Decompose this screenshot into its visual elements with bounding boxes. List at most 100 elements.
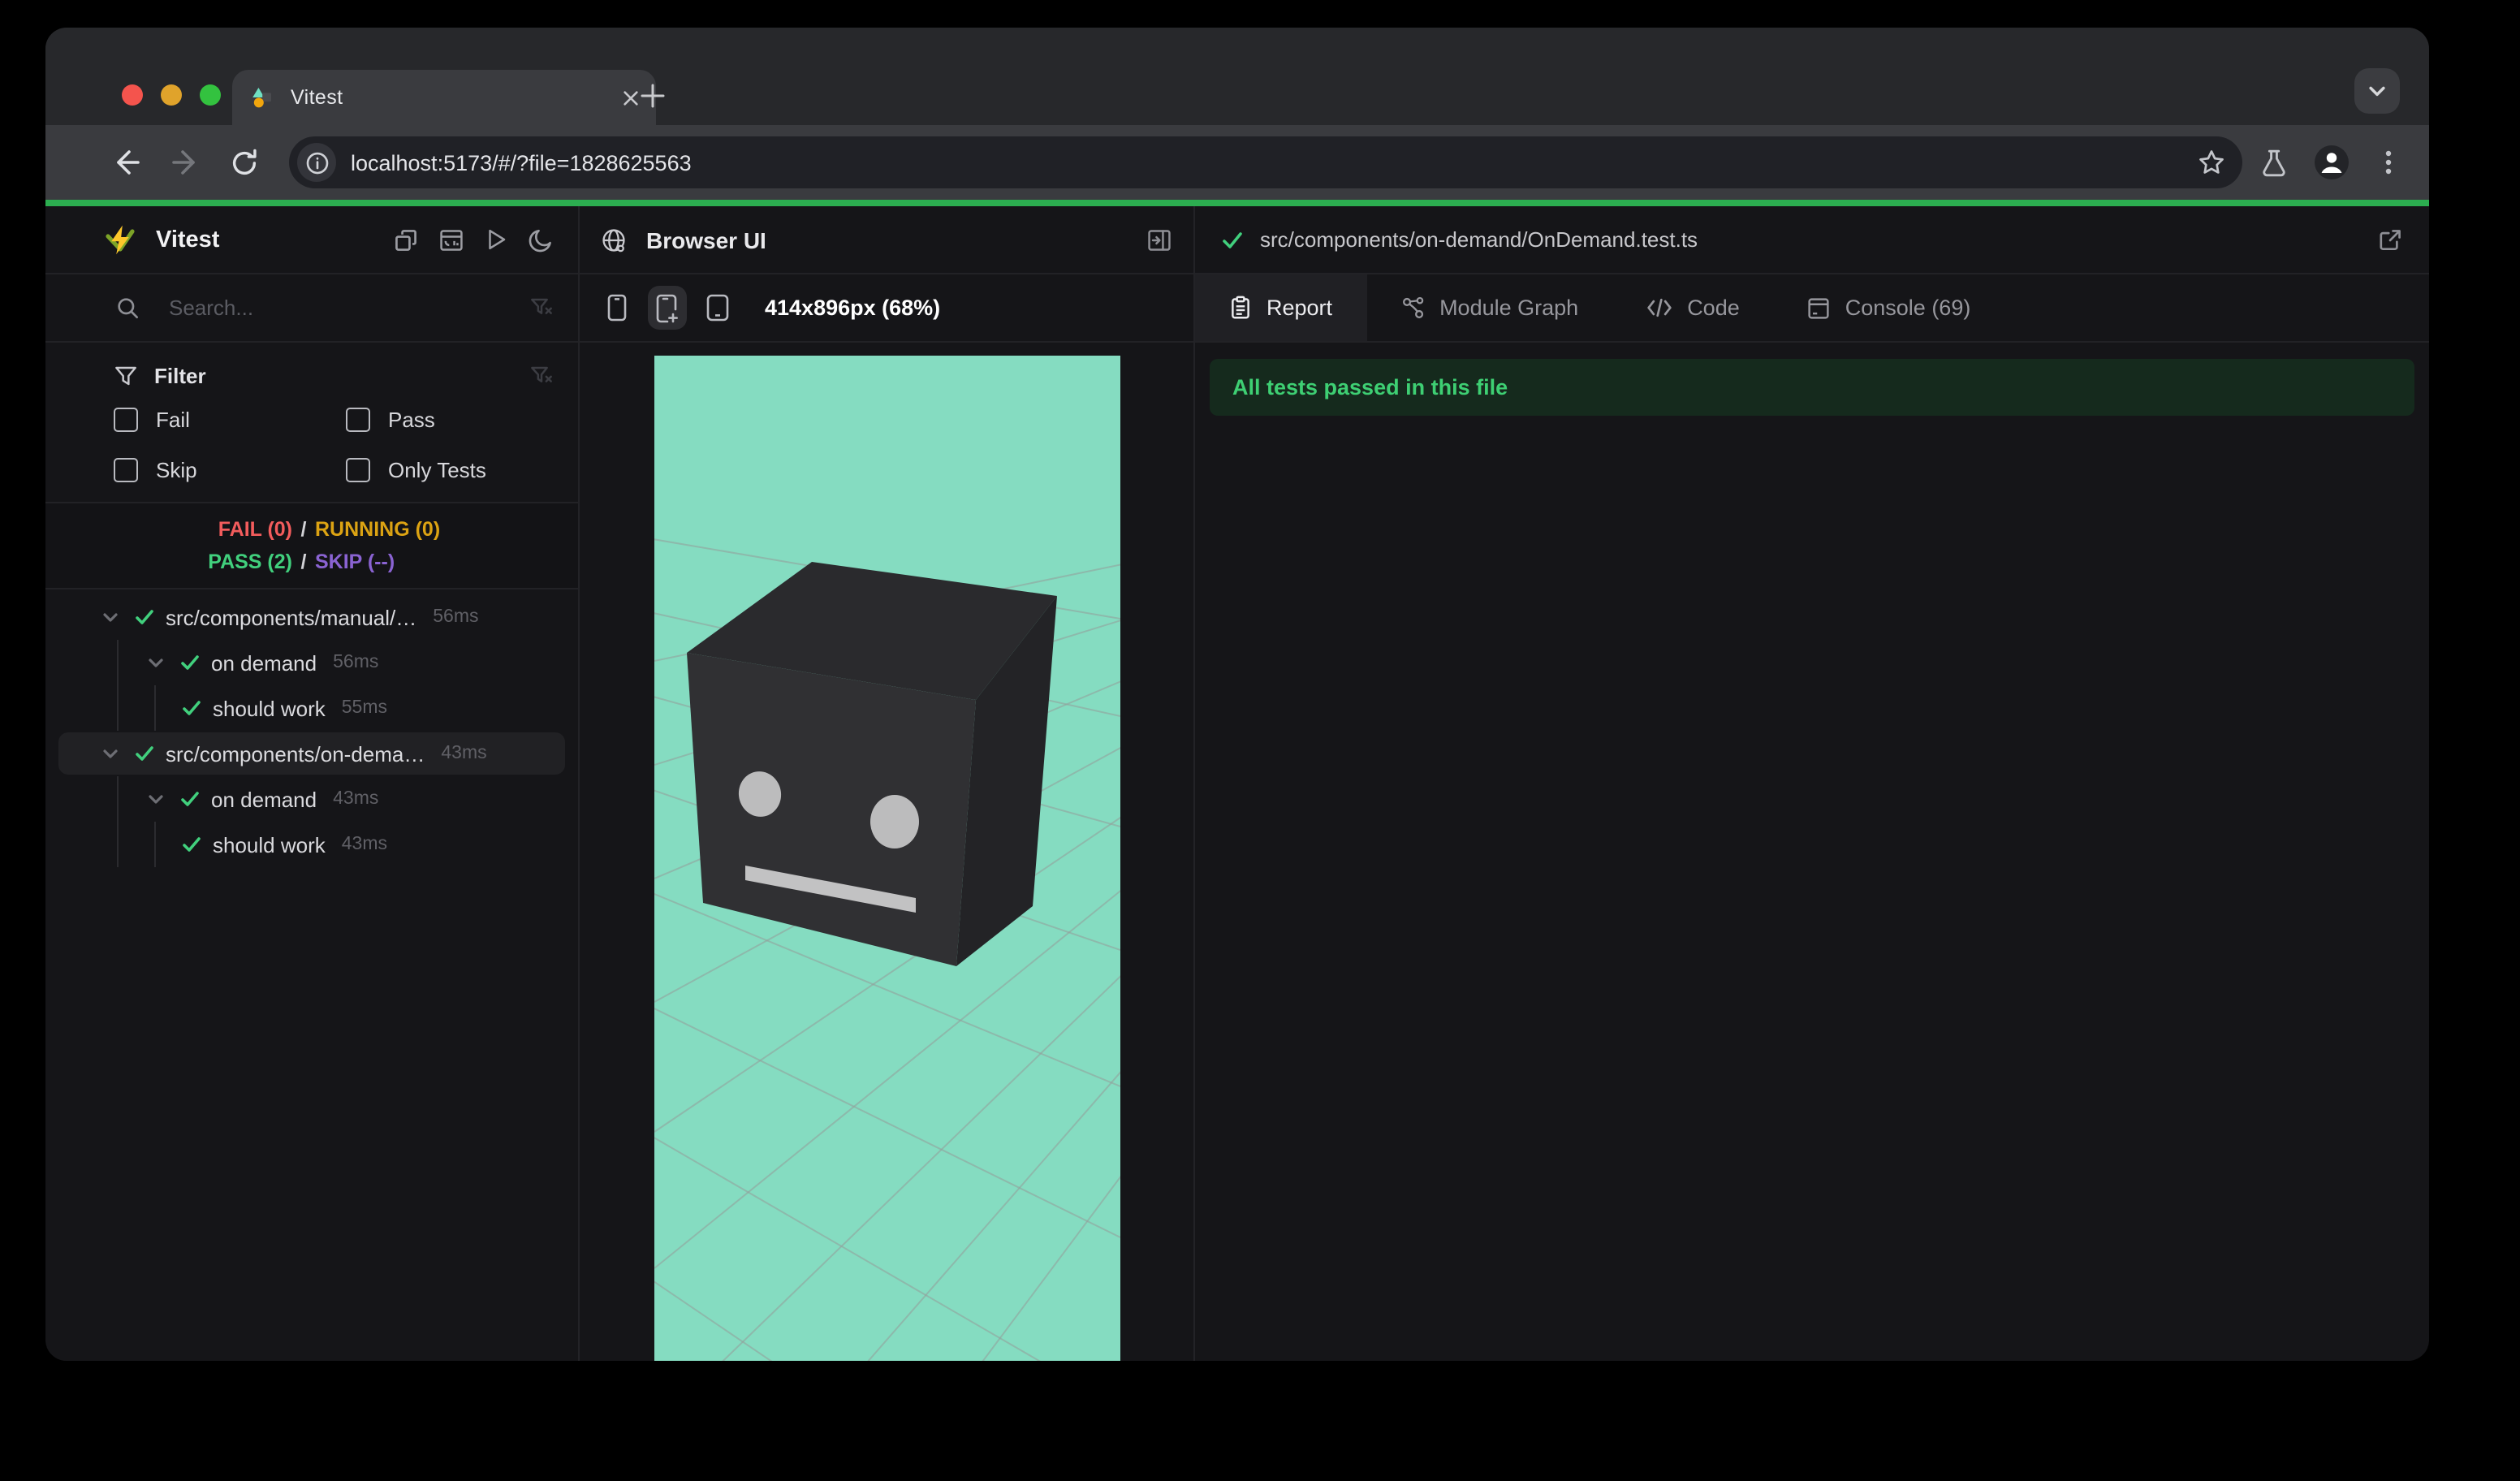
browser-tab-vitest[interactable]: Vitest <box>232 70 656 125</box>
test-tree: src/components/manual/… 56ms on demand 5… <box>45 589 578 1361</box>
tree-file-row-selected[interactable]: src/components/on-dema… 43ms <box>45 731 578 776</box>
forward-icon[interactable] <box>169 146 201 179</box>
browser-window: Vitest localhost:5173/#/?file=1828625563… <box>45 28 2429 1361</box>
filter-panel: Filter Fail Pass Skip Only Tests <box>45 343 578 503</box>
tree-test-row[interactable]: should work 43ms <box>45 822 578 867</box>
filter-title: Filter <box>154 363 206 387</box>
tab-code-label: Code <box>1687 296 1740 320</box>
checkbox-fail[interactable] <box>114 408 138 432</box>
tab-console[interactable]: Console (69) <box>1774 274 2005 341</box>
tree-suite-row[interactable]: on demand 43ms <box>45 776 578 822</box>
device-phone-small-button[interactable] <box>598 286 636 330</box>
run-all-play-icon[interactable] <box>484 227 508 253</box>
viewport-canvas[interactable] <box>654 356 1120 1361</box>
url-text[interactable]: localhost:5173/#/?file=1828625563 <box>351 150 2182 175</box>
tab-strip: Vitest <box>45 28 2429 125</box>
test-progress-bar <box>45 200 2429 206</box>
test-duration: 43ms <box>441 744 487 763</box>
back-icon[interactable] <box>110 146 143 179</box>
device-phone-plus-button[interactable] <box>648 286 687 330</box>
chevron-down-icon[interactable] <box>146 653 166 672</box>
dashboard-icon[interactable] <box>438 227 464 253</box>
test-duration: 43ms <box>341 835 387 854</box>
test-duration: 56ms <box>333 653 379 672</box>
tree-suite-row[interactable]: on demand 56ms <box>45 640 578 685</box>
tab-report[interactable]: Report <box>1195 274 1367 341</box>
zoom-window-button[interactable] <box>200 84 221 106</box>
new-tab-button[interactable] <box>633 76 672 115</box>
open-external-icon[interactable] <box>2377 227 2403 253</box>
address-bar[interactable]: localhost:5173/#/?file=1828625563 <box>289 136 2242 188</box>
filter-option-pass[interactable]: Pass <box>346 408 554 432</box>
site-info-icon[interactable] <box>297 143 336 182</box>
code-icon <box>1646 297 1672 318</box>
browser-ui-panel: Browser UI 414x896px (68%) <box>580 206 1195 1361</box>
clipboard-icon <box>1229 296 1252 320</box>
test-summary: FAIL (0) / RUNNING (0) PASS (2) / SKIP (… <box>45 503 578 589</box>
all-tests-passed-banner: All tests passed in this file <box>1210 359 2414 416</box>
checkbox-skip[interactable] <box>114 458 138 482</box>
console-icon <box>1808 296 1831 319</box>
module-graph-icon <box>1400 296 1425 320</box>
report-tabs: Report Module Graph Code Console (69) <box>1195 274 2429 343</box>
tree-test-row[interactable]: should work 55ms <box>45 685 578 731</box>
browser-ui-title: Browser UI <box>646 227 766 253</box>
experiments-flask-icon[interactable] <box>2259 147 2289 178</box>
robot-right-eye <box>869 795 918 848</box>
viewport-area <box>580 343 1193 1361</box>
vitest-ui: Vitest Search... Filter Fail Pass Skip O… <box>45 206 2429 1361</box>
app-title: Vitest <box>156 227 220 253</box>
test-duration: 56ms <box>433 607 479 627</box>
dark-mode-moon-icon[interactable] <box>528 227 554 253</box>
profile-avatar[interactable] <box>2314 145 2350 180</box>
test-file-name: src/components/manual/… <box>166 605 417 629</box>
search-input[interactable] <box>166 294 529 322</box>
suite-name: on demand <box>211 650 317 675</box>
filter-options: Fail Pass Skip Only Tests <box>114 408 554 482</box>
report-panel: src/components/on-demand/OnDemand.test.t… <box>1195 206 2429 1361</box>
pass-check-icon <box>180 789 200 809</box>
filter-funnel-icon <box>114 363 138 387</box>
filter-option-fail[interactable]: Fail <box>114 408 346 432</box>
detach-windows-icon[interactable] <box>393 227 419 253</box>
fail-count: FAIL (0) <box>218 518 292 541</box>
dock-panel-right-icon[interactable] <box>1146 227 1172 253</box>
tree-file-row[interactable]: src/components/manual/… 56ms <box>45 594 578 640</box>
checkbox-pass[interactable] <box>346 408 370 432</box>
sidebar-actions <box>393 227 554 253</box>
tab-code[interactable]: Code <box>1612 274 1774 341</box>
tab-module-graph[interactable]: Module Graph <box>1366 274 1612 341</box>
tab-title: Vitest <box>291 86 343 109</box>
close-window-button[interactable] <box>122 84 143 106</box>
screen: Vitest localhost:5173/#/?file=1828625563… <box>0 0 2520 1481</box>
sidebar: Vitest Search... Filter Fail Pass Skip O… <box>45 206 580 1361</box>
chevron-down-icon[interactable] <box>101 744 120 763</box>
vitest-favicon <box>250 84 276 110</box>
suite-name: on demand <box>211 787 317 811</box>
banner-text: All tests passed in this file <box>1232 375 1508 399</box>
device-tablet-button[interactable] <box>698 286 737 330</box>
pass-count: PASS (2) <box>208 551 292 573</box>
minimize-window-button[interactable] <box>161 84 182 106</box>
file-pass-check-icon <box>1221 228 1244 251</box>
checkbox-only-tests[interactable] <box>346 458 370 482</box>
viewport-size-label: 414x896px (68%) <box>765 296 941 320</box>
chevron-down-icon[interactable] <box>101 607 120 627</box>
test-duration: 55ms <box>341 698 387 718</box>
filter-option-only-tests[interactable]: Only Tests <box>346 458 554 482</box>
chevron-down-icon[interactable] <box>146 789 166 809</box>
menu-kebab-icon[interactable] <box>2374 148 2403 177</box>
window-controls <box>122 84 221 106</box>
reload-icon[interactable] <box>227 146 260 179</box>
bookmark-star-icon[interactable] <box>2197 148 2226 177</box>
globe-icon <box>601 227 627 253</box>
clear-search-filter-icon[interactable] <box>529 296 554 320</box>
test-name: should work <box>213 832 326 857</box>
clear-filter-icon[interactable] <box>529 363 554 387</box>
sidebar-header: Vitest <box>45 206 578 274</box>
tab-search-button[interactable] <box>2354 68 2400 114</box>
pass-check-icon <box>182 835 201 854</box>
tab-report-label: Report <box>1266 296 1333 320</box>
open-file-path: src/components/on-demand/OnDemand.test.t… <box>1260 227 1698 252</box>
filter-option-skip[interactable]: Skip <box>114 458 346 482</box>
